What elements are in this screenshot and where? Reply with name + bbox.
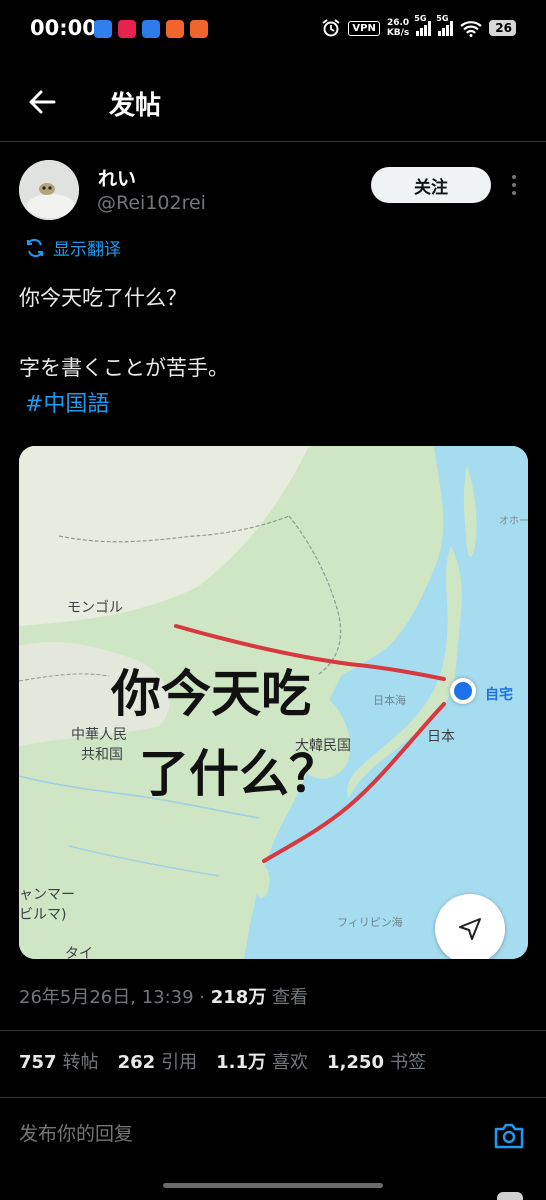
notification-icons [94,20,208,38]
home-indicator[interactable] [163,1183,383,1188]
stat-bookmarks[interactable]: 1,250 书签 [327,1048,426,1074]
video-app-icon-2 [190,20,208,38]
map-label-korea: 大韓民国 [295,738,351,754]
avatar[interactable] [19,160,79,220]
camera-icon[interactable] [492,1120,526,1152]
map-label-thailand: タイ [65,946,93,959]
follow-button[interactable]: 关注 [371,167,491,203]
floating-button-peek [497,1192,523,1200]
signal-icon-2: 5G [436,14,454,36]
current-location-marker [450,678,476,704]
views-label: 查看 [266,987,309,1008]
stat-label: 书签 [389,1052,426,1073]
status-time: 00:00 [30,16,97,40]
display-name[interactable]: れい [98,164,136,191]
map-label-myanmar-1: ャンマー [19,887,75,903]
back-arrow-icon[interactable] [26,86,58,118]
map-label-japan: 日本 [427,729,455,745]
top-bar: 发帖 [0,78,546,126]
map-label-home: 自宅 [485,687,513,703]
stat-label: 喜欢 [272,1052,309,1073]
map-label-sea-of-japan: 日本海 [373,694,406,707]
network-type-1: 5G [414,14,427,23]
post-meta: 26年5月26日, 13:39 · 218万 查看 [19,983,308,1009]
handwritten-text-line-1: 你今天吃 [110,665,311,723]
map-label-okhotsk: オホー [499,516,528,527]
view-count[interactable]: 218万 [211,987,267,1008]
page-title: 发帖 [109,91,162,121]
stat-reposts[interactable]: 757 转帖 [19,1048,99,1074]
more-options-icon[interactable] [508,172,520,198]
post-image-map[interactable]: 你今天吃 了什么？ モンゴル 中華人民 共和国 大韓民国 日本 日本海 フィリピ… [19,446,528,959]
signal-icon-1: 5G [414,14,432,36]
hashtag-link[interactable]: #中国語 [25,386,109,418]
translate-icon [27,238,43,257]
divider [0,1097,546,1098]
network-type-2: 5G [436,14,449,23]
map-label-myanmar-2: ビルマ) [19,907,67,923]
map-label-china-2: 共和国 [81,747,123,763]
map-label-philippine-sea: フィリピン海 [337,916,403,929]
translate-label: 显示翻译 [53,240,121,260]
navigation-button[interactable] [435,894,505,959]
stat-label: 转帖 [62,1052,99,1073]
speed-unit: KB/s [386,28,410,38]
vpn-badge: VPN [348,20,380,36]
stat-count: 1.1万 [216,1052,267,1073]
status-bar: 00:00 VPN 26.0 KB/s 5G 5G 26 [0,0,546,60]
stat-quotes[interactable]: 262 引用 [118,1048,198,1074]
wifi-icon [460,20,483,37]
reply-input[interactable] [19,1123,459,1145]
chart-app-icon [142,20,160,38]
stat-count: 262 [117,1052,156,1073]
stat-count: 1,250 [327,1052,384,1073]
map-graphic: 你今天吃 了什么？ [19,446,528,959]
stat-likes[interactable]: 1.1万 喜欢 [216,1048,308,1074]
navigation-arrow-icon [459,918,481,940]
post-timestamp: 26年5月26日, 13:39 · [19,987,211,1008]
divider [0,141,546,142]
stat-label: 引用 [161,1052,198,1073]
network-speed: 26.0 KB/s [387,18,409,38]
stat-count: 757 [19,1052,57,1073]
speed-value: 26.0 [386,18,410,28]
user-handle[interactable]: @Rei102rei [97,192,206,214]
map-label-mongolia: モンゴル [67,600,123,616]
battery-icon: 26 [489,20,516,36]
shopping-app-icon [118,20,136,38]
post-text-line-1: 你今天吃了什么？ [19,286,187,310]
show-translation-link[interactable]: 显示翻译 [25,235,121,260]
video-app-icon [166,20,184,38]
divider [0,1030,546,1031]
alarm-icon [322,19,340,37]
engagement-stats: 757 转帖 262 引用 1.1万 喜欢 1,250 书签 [19,1048,445,1074]
map-label-china-1: 中華人民 [71,727,127,743]
post-text-line-2: 字を書くことが苦手。 [19,356,229,380]
key-app-icon [94,20,112,38]
